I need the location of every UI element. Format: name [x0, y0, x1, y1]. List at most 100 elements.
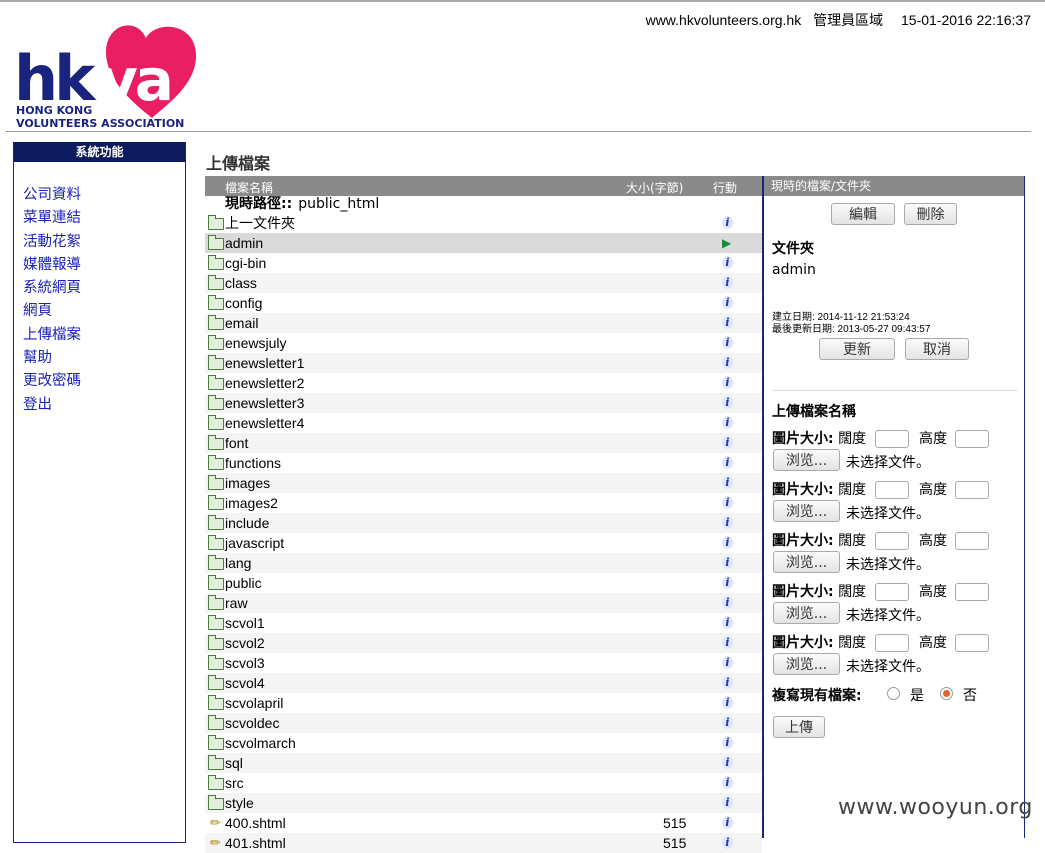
item-name[interactable]: images2	[225, 493, 278, 513]
item-name[interactable]: admin	[225, 233, 263, 253]
info-icon[interactable]: i	[722, 276, 733, 289]
info-icon[interactable]: i	[722, 436, 733, 449]
folder-row[interactable]: enewsletter2 i	[205, 373, 762, 393]
item-name[interactable]: email	[225, 313, 258, 333]
info-icon[interactable]: i	[722, 576, 733, 589]
info-icon[interactable]: i	[722, 296, 733, 309]
folder-row[interactable]: lang i	[205, 553, 762, 573]
update-button[interactable]: 更新	[819, 338, 895, 360]
info-icon[interactable]: i	[722, 516, 733, 529]
item-name[interactable]: scvol4	[225, 673, 265, 693]
item-name[interactable]: scvol3	[225, 653, 265, 673]
folder-row[interactable]: enewsletter3 i	[205, 393, 762, 413]
browse-button[interactable]: 浏览...	[773, 500, 840, 522]
width-input[interactable]	[874, 583, 909, 601]
item-name[interactable]: enewsletter4	[225, 413, 304, 433]
browse-button[interactable]: 浏览...	[773, 602, 840, 624]
folder-row[interactable]: scvolmarch i	[205, 733, 762, 753]
item-name[interactable]: functions	[225, 453, 281, 473]
item-name[interactable]: style	[225, 793, 254, 813]
folder-row[interactable]: src i	[205, 773, 762, 793]
cancel-button[interactable]: 取消	[905, 338, 969, 360]
info-icon[interactable]: i	[722, 316, 733, 329]
folder-row[interactable]: scvolapril i	[205, 693, 762, 713]
item-name[interactable]: class	[225, 273, 257, 293]
browse-button[interactable]: 浏览...	[773, 449, 840, 471]
item-name[interactable]: enewsletter1	[225, 353, 304, 373]
info-icon[interactable]: i	[722, 636, 733, 649]
info-icon[interactable]: i	[722, 556, 733, 569]
info-icon[interactable]: i	[722, 256, 733, 269]
item-name[interactable]: images	[225, 473, 270, 493]
overwrite-no-radio[interactable]	[940, 687, 953, 700]
folder-row[interactable]: sql i	[205, 753, 762, 773]
folder-row[interactable]: scvoldec i	[205, 713, 762, 733]
folder-row[interactable]: style i	[205, 793, 762, 813]
folder-row[interactable]: admin ▶	[205, 233, 762, 253]
folder-row[interactable]: class i	[205, 273, 762, 293]
sidebar-item-system-pages[interactable]: 系統網頁	[23, 277, 185, 300]
folder-row[interactable]: images2 i	[205, 493, 762, 513]
height-input[interactable]	[955, 430, 990, 448]
edit-button[interactable]: 編輯	[831, 203, 895, 225]
info-icon[interactable]: i	[722, 676, 733, 689]
browse-button[interactable]: 浏览...	[773, 551, 840, 573]
folder-row[interactable]: config i	[205, 293, 762, 313]
folder-row[interactable]: javascript i	[205, 533, 762, 553]
width-input[interactable]	[874, 430, 909, 448]
sidebar-item-media-reports[interactable]: 媒體報導	[23, 254, 185, 277]
info-icon[interactable]: i	[722, 656, 733, 669]
hkva-logo[interactable]: hk va HONG KONG VOLUNTEERS ASSOCIATION	[14, 18, 204, 130]
item-name[interactable]: raw	[225, 593, 248, 613]
folder-row[interactable]: public i	[205, 573, 762, 593]
width-input[interactable]	[874, 481, 909, 499]
folder-row[interactable]: scvol2 i	[205, 633, 762, 653]
sidebar-item-company-info[interactable]: 公司資料	[23, 184, 185, 207]
item-name[interactable]: 上一文件夾	[225, 213, 295, 233]
file-row[interactable]: ✏ 400.shtml 515 i	[205, 813, 762, 833]
item-name[interactable]: cgi-bin	[225, 253, 266, 273]
sidebar-item-logout[interactable]: 登出	[23, 394, 185, 417]
sidebar-item-help[interactable]: 幫助	[23, 347, 185, 370]
info-icon[interactable]: i	[722, 816, 733, 829]
item-name[interactable]: lang	[225, 553, 251, 573]
info-icon[interactable]: i	[722, 336, 733, 349]
item-name[interactable]: scvol1	[225, 613, 265, 633]
info-icon[interactable]: i	[722, 476, 733, 489]
folder-row[interactable]: include i	[205, 513, 762, 533]
info-icon[interactable]: i	[722, 536, 733, 549]
sidebar-item-pages[interactable]: 網頁	[23, 300, 185, 323]
upload-button[interactable]: 上傳	[773, 716, 825, 738]
item-name[interactable]: enewsletter2	[225, 373, 304, 393]
info-icon[interactable]: i	[722, 796, 733, 809]
folder-row[interactable]: font i	[205, 433, 762, 453]
info-icon[interactable]: i	[722, 396, 733, 409]
folder-row[interactable]: 上一文件夾 i	[205, 213, 762, 233]
folder-row[interactable]: enewsjuly i	[205, 333, 762, 353]
folder-row[interactable]: scvol4 i	[205, 673, 762, 693]
item-name[interactable]: scvolapril	[225, 693, 283, 713]
info-icon[interactable]: i	[722, 376, 733, 389]
info-icon[interactable]: i	[722, 776, 733, 789]
sidebar-item-menu-links[interactable]: 菜單連結	[23, 207, 185, 230]
browse-button[interactable]: 浏览...	[773, 653, 840, 675]
folder-row[interactable]: scvol3 i	[205, 653, 762, 673]
height-input[interactable]	[955, 634, 990, 652]
delete-button[interactable]: 刪除	[904, 203, 957, 225]
sidebar-item-upload-files[interactable]: 上傳檔案	[23, 324, 185, 347]
info-icon[interactable]: i	[722, 456, 733, 469]
info-icon[interactable]: i	[722, 216, 733, 229]
folder-row[interactable]: enewsletter4 i	[205, 413, 762, 433]
item-name[interactable]: src	[225, 773, 244, 793]
overwrite-yes-radio[interactable]	[887, 687, 900, 700]
item-name[interactable]: font	[225, 433, 248, 453]
info-icon[interactable]: i	[722, 416, 733, 429]
width-input[interactable]	[874, 532, 909, 550]
info-icon[interactable]: i	[722, 716, 733, 729]
info-icon[interactable]: i	[722, 696, 733, 709]
folder-row[interactable]: email i	[205, 313, 762, 333]
info-icon[interactable]: i	[722, 596, 733, 609]
folder-row[interactable]: functions i	[205, 453, 762, 473]
item-name[interactable]: javascript	[225, 533, 284, 553]
folder-row[interactable]: images i	[205, 473, 762, 493]
